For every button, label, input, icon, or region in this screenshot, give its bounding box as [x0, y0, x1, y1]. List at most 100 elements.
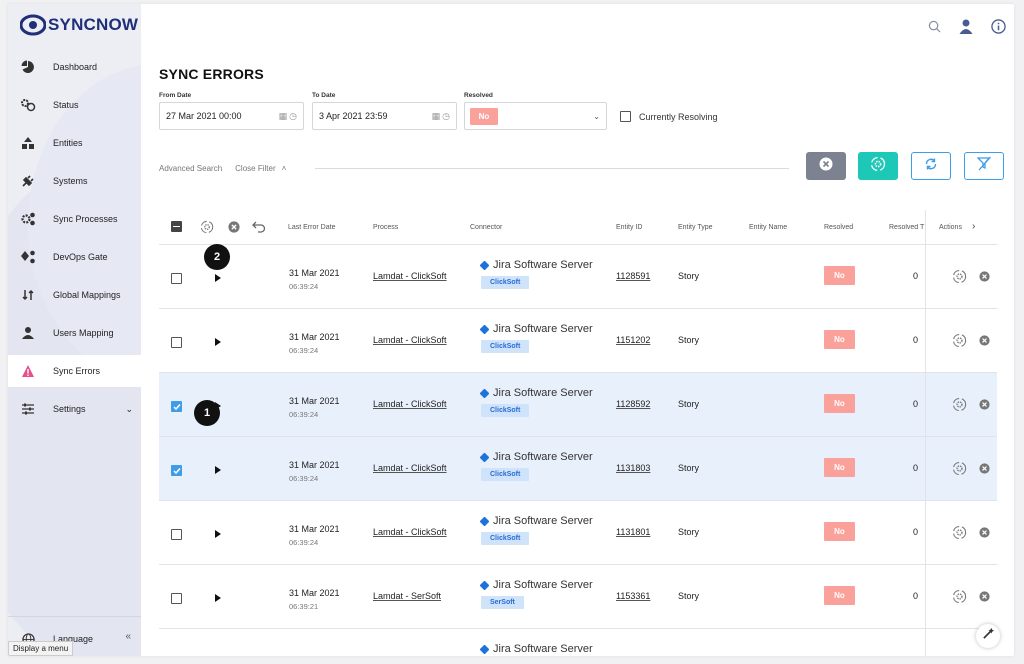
sidebar-item-global-mappings[interactable]: Global Mappings — [8, 276, 141, 314]
resolved-select[interactable]: No ⌄ — [464, 102, 607, 130]
column-header[interactable]: Entity Name — [749, 224, 787, 231]
clock-icon[interactable]: ◷ — [442, 111, 450, 122]
chevron-right-icon[interactable]: › — [972, 221, 975, 232]
select-all-checkbox[interactable] — [171, 221, 182, 232]
table-row[interactable]: 31 Mar 2021 06:39:24 Lamdat - ClickSoft Ji… — [159, 245, 997, 309]
row-dismiss-icon[interactable] — [979, 463, 990, 476]
clear-filter-button[interactable] — [964, 152, 1004, 180]
entity-type: Story — [678, 335, 700, 345]
row-resolve-icon[interactable] — [952, 589, 967, 606]
currently-resolving-toggle[interactable]: Currently Resolving — [620, 111, 718, 122]
entity-id-link[interactable]: 1131801 — [616, 527, 650, 537]
row-dismiss-icon[interactable] — [979, 591, 990, 604]
sidebar-item-dashboard[interactable]: Dashboard — [8, 48, 141, 86]
connector-cell: Jira Software Server ClickSoft — [479, 259, 593, 289]
entity-type: Story — [678, 271, 700, 281]
jira-diamond-icon — [479, 260, 490, 270]
entity-id-link[interactable]: 1128592 — [616, 399, 650, 409]
table-row[interactable]: 31 Mar 2021 06:39:24 Lamdat - ClickSoft Ji… — [159, 437, 997, 501]
process-link[interactable]: Lamdat - ClickSoft — [373, 271, 447, 281]
sidebar-item-entities[interactable]: Entities — [8, 124, 141, 162]
entity-id-link[interactable]: 1153361 — [616, 591, 650, 601]
currently-resolving-checkbox[interactable] — [620, 111, 631, 122]
row-dismiss-icon[interactable] — [979, 527, 990, 540]
refresh-button[interactable] — [911, 152, 951, 180]
bulk-resolve-icon[interactable] — [200, 220, 214, 236]
connector-name: Jira Software Server — [493, 515, 593, 527]
table-row[interactable]: Jira Software Server — [159, 629, 997, 656]
row-resolve-icon[interactable] — [952, 397, 967, 414]
row-resolve-icon[interactable] — [952, 269, 967, 286]
chevron-down-icon: ⌄ — [593, 111, 600, 121]
expand-row-icon[interactable] — [215, 530, 221, 538]
process-link[interactable]: Lamdat - ClickSoft — [373, 399, 447, 409]
row-dismiss-icon[interactable] — [979, 271, 990, 284]
column-header[interactable]: Process — [373, 224, 398, 231]
sidebar-item-label: Entities — [53, 138, 83, 148]
row-resolve-icon[interactable] — [952, 525, 967, 542]
table-header: Last Error Date Process Connector Entity… — [159, 210, 997, 245]
clock-icon[interactable]: ◷ — [289, 111, 297, 122]
connector-tag: ClickSoft — [481, 404, 530, 417]
entity-id-link[interactable]: 1128591 — [616, 271, 650, 281]
dismiss-button[interactable] — [806, 152, 846, 180]
sidebar-item-status[interactable]: Status — [8, 86, 141, 124]
advanced-search-bar: Advanced Search Close Filter ˄ — [159, 164, 789, 173]
undo-icon[interactable] — [252, 220, 266, 235]
expand-row-icon[interactable] — [215, 274, 221, 282]
column-header[interactable]: Connector — [470, 224, 502, 231]
calendar-icon[interactable]: ▦ — [279, 111, 288, 122]
row-dismiss-icon[interactable] — [979, 335, 990, 348]
row-dismiss-icon[interactable] — [979, 399, 990, 412]
advanced-search-link[interactable]: Advanced Search — [159, 164, 222, 173]
bulk-dismiss-icon[interactable] — [228, 221, 240, 235]
row-checkbox[interactable] — [171, 465, 182, 476]
column-header[interactable]: Entity Type — [678, 224, 713, 231]
row-checkbox[interactable] — [171, 401, 182, 412]
entity-type: Story — [678, 527, 700, 537]
column-header[interactable]: Entity ID — [616, 224, 642, 231]
collapse-sidebar-icon[interactable]: « — [125, 631, 131, 642]
connector-cell: Jira Software Server — [479, 643, 593, 655]
process-link[interactable]: Lamdat - ClickSoft — [373, 335, 447, 345]
calendar-icon[interactable]: ▦ — [432, 111, 441, 122]
connector-tag: ClickSoft — [481, 468, 530, 481]
entity-id-link[interactable]: 1131803 — [616, 463, 650, 473]
process-link[interactable]: Lamdat - ClickSoft — [373, 463, 447, 473]
help-fab-button[interactable] — [976, 624, 1000, 648]
sidebar-item-sync-errors[interactable]: Sync Errors — [8, 355, 141, 387]
expand-row-icon[interactable] — [215, 338, 221, 346]
column-header: Actions — [939, 224, 962, 231]
row-resolve-icon[interactable] — [952, 461, 967, 478]
column-header[interactable]: Resolved T — [889, 224, 925, 231]
sidebar-item-systems[interactable]: Systems — [8, 162, 141, 200]
sidebar-item-settings[interactable]: Settings ⌄ — [8, 390, 141, 428]
table-row[interactable]: 31 Mar 2021 06:39:24 Lamdat - ClickSoft Ji… — [159, 309, 997, 373]
expand-row-icon[interactable] — [215, 594, 221, 602]
sidebar-item-devops-gate[interactable]: DevOps Gate — [8, 238, 141, 276]
column-header[interactable]: Last Error Date — [288, 224, 335, 231]
table-row[interactable]: 31 Mar 2021 06:39:24 Lamdat - ClickSoft Ji… — [159, 501, 997, 565]
expand-row-icon[interactable] — [215, 466, 221, 474]
entity-id-link[interactable]: 1151202 — [616, 335, 650, 345]
row-checkbox[interactable] — [171, 593, 182, 604]
column-header[interactable]: Resolved — [824, 224, 853, 231]
row-checkbox[interactable] — [171, 529, 182, 540]
row-checkbox[interactable] — [171, 337, 182, 348]
row-resolve-icon[interactable] — [952, 333, 967, 350]
sidebar-item-sync-processes[interactable]: Sync Processes — [8, 200, 141, 238]
connector-name: Jira Software Server — [493, 451, 593, 463]
process-link[interactable]: Lamdat - ClickSoft — [373, 527, 447, 537]
sidebar-item-users-mapping[interactable]: Users Mapping — [8, 314, 141, 352]
resolved-label: Resolved — [464, 92, 493, 99]
resolve-button[interactable] — [858, 152, 898, 180]
to-date-input[interactable]: 3 Apr 2021 23:59 ▦ ◷ — [312, 102, 457, 130]
process-link[interactable]: Lamdat - SerSoft — [373, 591, 441, 601]
from-date-input[interactable]: 27 Mar 2021 00:00 ▦ ◷ — [159, 102, 304, 130]
row-checkbox[interactable] — [171, 273, 182, 284]
logo[interactable]: SYNCNOW — [19, 14, 138, 36]
user-icon — [20, 325, 36, 341]
table-row[interactable]: 31 Mar 2021 06:39:21 Lamdat - SerSoft Jira… — [159, 565, 997, 629]
table-row[interactable]: 31 Mar 2021 06:39:24 Lamdat - ClickSoft Ji… — [159, 373, 997, 437]
close-filter-link[interactable]: Close Filter ˄ — [235, 164, 286, 173]
